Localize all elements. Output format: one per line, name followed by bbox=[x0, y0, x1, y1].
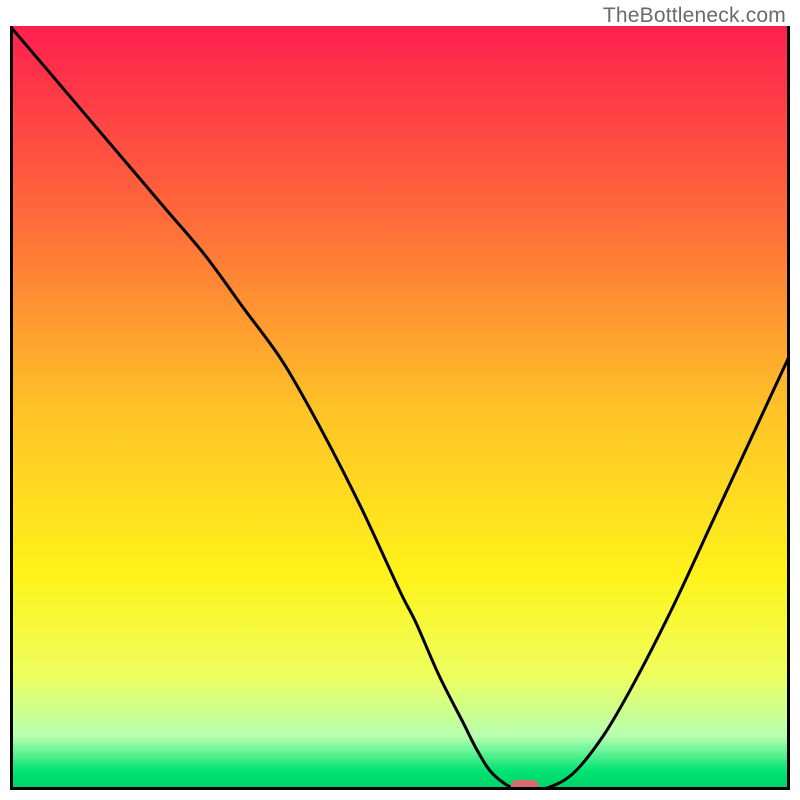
bottleneck-chart bbox=[10, 26, 790, 790]
plot-frame bbox=[10, 26, 790, 790]
chart-container: TheBottleneck.com bbox=[0, 0, 800, 800]
chart-background bbox=[10, 26, 790, 790]
watermark-text: TheBottleneck.com bbox=[603, 4, 786, 28]
